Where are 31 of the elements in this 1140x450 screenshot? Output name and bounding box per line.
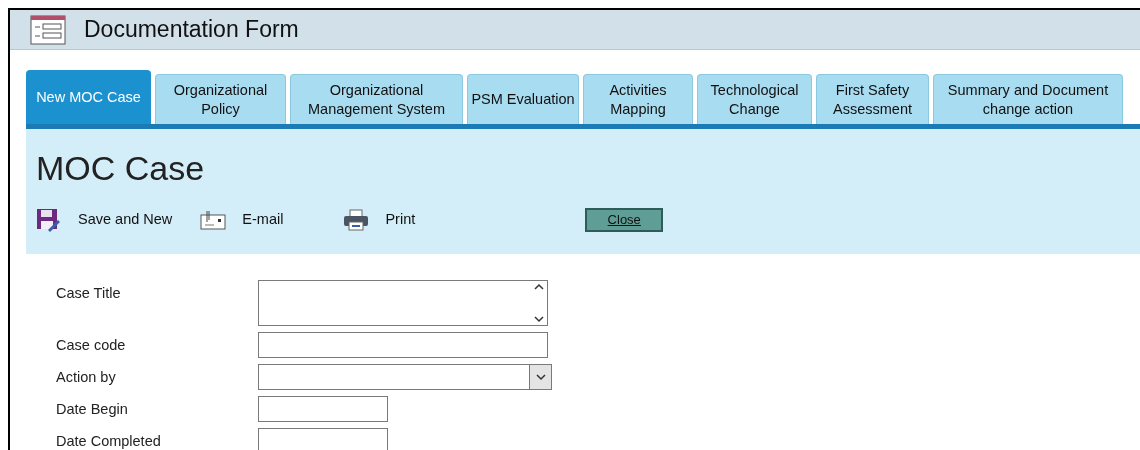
form-icon — [30, 14, 66, 45]
field-label: Action by — [56, 368, 116, 387]
form-heading: MOC Case — [36, 148, 205, 189]
text-field[interactable] — [258, 332, 548, 358]
close-button[interactable]: Close — [585, 208, 664, 232]
scroll-down-icon[interactable] — [534, 315, 544, 323]
field-label: Case code — [56, 336, 126, 355]
tab[interactable]: Activities Mapping — [583, 74, 693, 124]
tab[interactable]: Organizational Management System — [290, 74, 463, 124]
toolbar-button[interactable]: E-mail — [200, 209, 284, 231]
scroll-up-icon[interactable] — [534, 283, 544, 291]
field-label: Date Completed — [56, 432, 161, 450]
date-field[interactable] — [258, 428, 388, 450]
chevron-down-icon — [535, 373, 546, 381]
tab[interactable]: Summary and Document change action — [933, 74, 1123, 124]
date-field[interactable] — [258, 396, 388, 422]
window-title: Documentation Form — [84, 15, 299, 45]
tab[interactable]: First Safety Assessment — [816, 74, 929, 124]
tab[interactable]: PSM Evaluation — [467, 74, 579, 124]
dropdown-button[interactable] — [529, 365, 551, 389]
toolbar-button[interactable]: Print — [343, 209, 416, 231]
text-area[interactable] — [258, 280, 548, 326]
floppy-disk-icon — [36, 208, 62, 232]
printer-icon — [343, 209, 370, 231]
toolbar-button[interactable]: Save and New — [36, 208, 173, 232]
tab[interactable]: Technological Change — [697, 74, 812, 124]
field-label: Case Title — [56, 284, 121, 303]
dropdown-field[interactable] — [258, 364, 552, 390]
envelope-icon — [200, 210, 227, 230]
field-label: Date Begin — [56, 400, 128, 419]
tab[interactable]: Organizational Policy — [155, 74, 286, 124]
